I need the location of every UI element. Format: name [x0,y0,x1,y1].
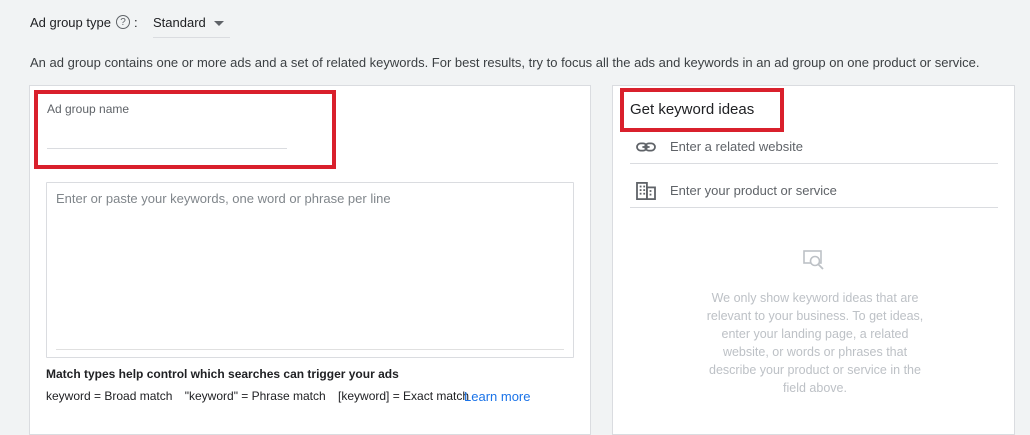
ad-group-type-dropdown[interactable]: Standard [153,8,230,38]
link-icon [636,142,656,152]
search-document-icon [803,250,824,270]
ad-group-description: An ad group contains one or more ads and… [30,55,980,70]
caret-down-icon [214,21,224,26]
ad-group-type-colon: : [134,15,138,30]
ad-group-name-input[interactable] [47,122,287,149]
product-service-input[interactable] [670,180,990,200]
help-circle-icon[interactable]: ? [116,15,130,29]
exact-match-text: [keyword] = Exact match [338,389,470,403]
match-types-legend: keyword = Broad match "keyword" = Phrase… [46,389,478,403]
learn-more-link[interactable]: Learn more [464,389,530,404]
related-website-field [630,128,998,164]
match-types-title: Match types help control which searches … [46,367,399,381]
broad-match-text: keyword = Broad match [46,389,173,403]
keywords-textarea-container [46,182,574,358]
keyword-ideas-title: Get keyword ideas [630,101,755,118]
phrase-match-text: "keyword" = Phrase match [184,389,326,403]
keyword-ideas-empty-message: We only show keyword ideas that are rele… [706,291,924,395]
ad-group-type-value: Standard [153,15,206,30]
keywords-textarea-underline [56,349,564,350]
ad-group-type-label: Ad group type [30,15,111,30]
product-service-field [630,172,998,208]
building-icon [636,182,656,200]
keywords-textarea[interactable] [47,183,573,350]
ad-group-name-label: Ad group name [47,102,130,116]
related-website-input[interactable] [670,136,990,156]
